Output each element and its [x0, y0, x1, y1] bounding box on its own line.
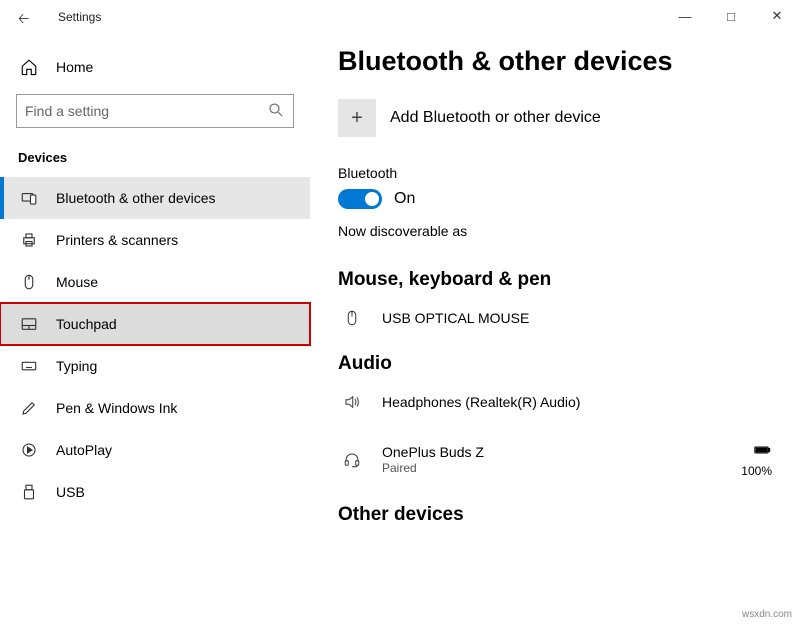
battery-percent: 100%	[741, 464, 772, 478]
window-title: Settings	[58, 10, 101, 24]
autoplay-icon	[20, 441, 38, 459]
home-icon	[20, 58, 38, 76]
mouse-icon	[20, 273, 38, 291]
sidebar-item-label: Typing	[56, 358, 97, 374]
section-other-heading: Other devices	[338, 504, 772, 526]
battery-icon	[741, 441, 772, 462]
battery-status: 100%	[741, 441, 772, 478]
sidebar-item-label: Pen & Windows Ink	[56, 400, 177, 416]
touchpad-icon	[20, 315, 38, 333]
add-button[interactable]: +	[338, 99, 376, 137]
sidebar-item-label: AutoPlay	[56, 442, 112, 458]
keyboard-icon	[20, 357, 38, 375]
device-row-headphones[interactable]: Headphones (Realtek(R) Audio)	[338, 389, 772, 437]
pen-icon	[20, 399, 38, 417]
device-row-mouse[interactable]: USB OPTICAL MOUSE	[338, 305, 772, 353]
sidebar-item-label: Touchpad	[56, 316, 117, 332]
usb-icon	[20, 483, 38, 501]
close-button[interactable]: ✕	[754, 0, 800, 32]
sidebar: Home Find a setting Devices Bluetooth & …	[0, 32, 310, 626]
device-row-buds[interactable]: OnePlus Buds Z Paired 100%	[338, 437, 772, 504]
sidebar-item-label: Printers & scanners	[56, 232, 178, 248]
bluetooth-toggle[interactable]	[338, 189, 382, 209]
sidebar-item-touchpad[interactable]: Touchpad	[0, 303, 310, 345]
titlebar: 🡠 Settings — □ ✕	[0, 0, 800, 32]
speaker-icon	[338, 393, 366, 411]
sidebar-item-bluetooth[interactable]: Bluetooth & other devices	[0, 177, 310, 219]
sidebar-item-label: USB	[56, 484, 85, 500]
printer-icon	[20, 231, 38, 249]
maximize-button[interactable]: □	[708, 0, 754, 32]
add-device-row[interactable]: + Add Bluetooth or other device	[338, 99, 772, 137]
sidebar-item-label: Bluetooth & other devices	[56, 190, 216, 206]
search-input[interactable]: Find a setting	[16, 94, 294, 128]
discoverable-text: Now discoverable as	[338, 223, 772, 239]
sidebar-item-typing[interactable]: Typing	[0, 345, 310, 387]
mouse-icon	[338, 309, 366, 327]
bluetooth-label: Bluetooth	[338, 165, 772, 181]
section-audio-heading: Audio	[338, 353, 772, 375]
sidebar-item-mouse[interactable]: Mouse	[0, 261, 310, 303]
sidebar-item-label: Mouse	[56, 274, 98, 290]
sidebar-item-pen[interactable]: Pen & Windows Ink	[0, 387, 310, 429]
headset-icon	[338, 451, 366, 469]
sidebar-item-usb[interactable]: USB	[0, 471, 310, 513]
search-icon	[267, 101, 285, 122]
home-label: Home	[56, 59, 93, 75]
main-content: Bluetooth & other devices + Add Bluetoot…	[310, 32, 800, 626]
device-name: USB OPTICAL MOUSE	[382, 309, 529, 327]
search-placeholder: Find a setting	[25, 103, 109, 119]
device-status: Paired	[382, 461, 484, 477]
sidebar-item-printers[interactable]: Printers & scanners	[0, 219, 310, 261]
watermark: wsxdn.com	[742, 609, 792, 620]
minimize-button[interactable]: —	[662, 0, 708, 32]
section-mouse-heading: Mouse, keyboard & pen	[338, 269, 772, 291]
device-name: OnePlus Buds Z	[382, 443, 484, 461]
sidebar-section-label: Devices	[0, 142, 310, 177]
sidebar-item-autoplay[interactable]: AutoPlay	[0, 429, 310, 471]
toggle-state: On	[394, 190, 415, 208]
home-link[interactable]: Home	[0, 52, 310, 86]
add-device-label: Add Bluetooth or other device	[390, 109, 601, 127]
back-button[interactable]: 🡠	[18, 8, 29, 32]
plus-icon: +	[351, 107, 363, 130]
device-name: Headphones (Realtek(R) Audio)	[382, 393, 580, 411]
devices-icon	[20, 189, 38, 207]
page-heading: Bluetooth & other devices	[338, 46, 772, 77]
